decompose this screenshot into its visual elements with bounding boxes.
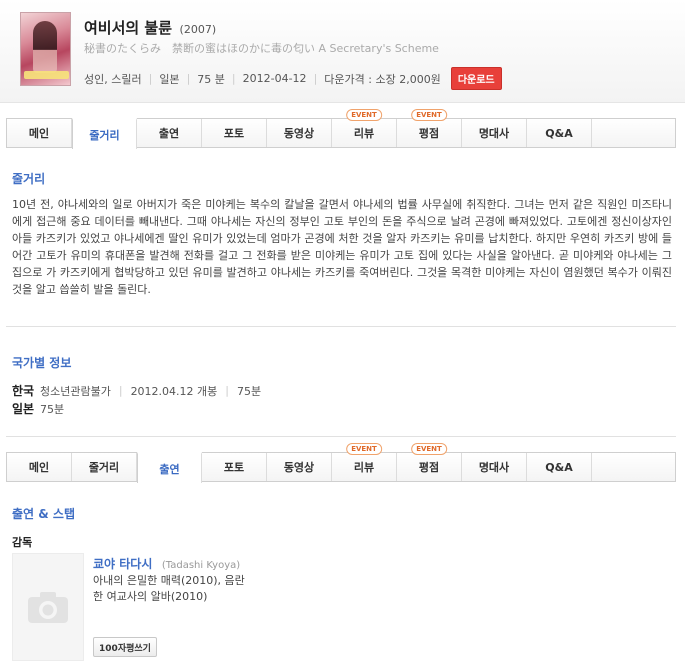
country: 일본	[159, 72, 180, 86]
tab-qna[interactable]: Q&A	[527, 119, 592, 147]
tab-qna[interactable]: Q&A	[527, 453, 592, 481]
original-title: 秘書のたくらみ 禁断の蜜はほのかに毒の匂い A Secretary's Sche…	[84, 42, 439, 55]
tab-bar-top: 메인 줄거리 출연 포토 동영상 EVENT 리뷰 EVENT 평점 명대사 Q&A	[6, 109, 676, 149]
cast-heading: 출연 & 스탭	[12, 507, 75, 521]
tab-main[interactable]: 메인	[7, 119, 72, 147]
release: 2012.04.12 개봉	[130, 384, 218, 398]
tab-photo[interactable]: 포토	[202, 119, 267, 147]
tab-review[interactable]: EVENT 리뷰	[332, 443, 397, 481]
country-info-heading: 국가별 정보	[12, 356, 72, 370]
director-name-english: (Tadashi Kyoya)	[161, 560, 241, 571]
tab-bar-bottom: 메인 줄거리 출연 포토 동영상 EVENT 리뷰 EVENT 평점 명대사 Q&A	[6, 443, 676, 483]
event-badge: EVENT	[346, 443, 382, 455]
write-review-button[interactable]: 100자평쓰기	[93, 637, 157, 657]
tab-photo[interactable]: 포토	[202, 453, 267, 481]
tab-video[interactable]: 동영상	[267, 453, 332, 481]
country-name: 일본	[12, 402, 35, 416]
event-badge: EVENT	[411, 443, 447, 455]
tab-quotes[interactable]: 명대사	[462, 453, 527, 481]
tab-review[interactable]: EVENT 리뷰	[332, 109, 397, 147]
download-button[interactable]: 다운로드	[450, 67, 502, 90]
director-works: 아내의 은밀한 매력(2010), 음란한 여교사의 알바(2010)	[93, 574, 245, 603]
title-row: 여비서의 불륜 (2007)	[84, 17, 216, 38]
tab-synopsis[interactable]: 줄거리	[72, 118, 137, 149]
country-row-japan: 일본 75분	[12, 400, 64, 417]
movie-header: 여비서의 불륜 (2007) 秘書のたくらみ 禁断の蜜はほのかに毒の匂い A S…	[0, 0, 685, 103]
runtime: 75분	[40, 402, 65, 416]
event-badge: EVENT	[411, 109, 447, 121]
movie-meta: 성인, 스릴러 | 일본 | 75 분 | 2012-04-12 | 다운가격 …	[84, 67, 502, 90]
movie-year: (2007)	[179, 23, 217, 36]
synopsis-text: 10년 전, 야나세와의 일로 아버지가 죽은 미야케는 복수의 칼날을 갈면서…	[12, 198, 672, 296]
runtime: 75분	[237, 384, 262, 398]
genre: 성인, 스릴러	[84, 72, 142, 86]
tab-cast[interactable]: 출연	[137, 452, 202, 483]
country-row-korea: 한국 청소년관람불가 | 2012.04.12 개봉 | 75분	[12, 384, 262, 398]
country-name: 한국	[12, 384, 35, 398]
divider	[6, 436, 676, 437]
divider	[6, 326, 676, 327]
event-badge: EVENT	[346, 109, 382, 121]
director-name: 쿄야 타다시 (Tadashi Kyoya)	[93, 555, 240, 572]
synopsis-heading: 줄거리	[12, 172, 46, 186]
tab-rating[interactable]: EVENT 평점	[397, 109, 462, 147]
runtime: 75 분	[197, 72, 225, 86]
movie-poster[interactable]	[20, 12, 71, 86]
director-label: 감독	[12, 536, 33, 549]
tab-main[interactable]: 메인	[7, 453, 72, 481]
tab-rating[interactable]: EVENT 평점	[397, 443, 462, 481]
director-photo-placeholder[interactable]	[12, 553, 84, 661]
camera-icon	[28, 592, 68, 623]
tab-quotes[interactable]: 명대사	[462, 119, 527, 147]
movie-title: 여비서의 불륜	[84, 19, 173, 37]
tab-video[interactable]: 동영상	[267, 119, 332, 147]
price: 다운가격 : 소장 2,000원	[324, 72, 441, 86]
release-date: 2012-04-12	[242, 72, 307, 85]
director-name-korean[interactable]: 쿄야 타다시	[93, 557, 152, 571]
rating: 청소년관람불가	[40, 384, 111, 398]
tab-cast[interactable]: 출연	[137, 119, 202, 147]
tab-synopsis[interactable]: 줄거리	[72, 453, 137, 481]
